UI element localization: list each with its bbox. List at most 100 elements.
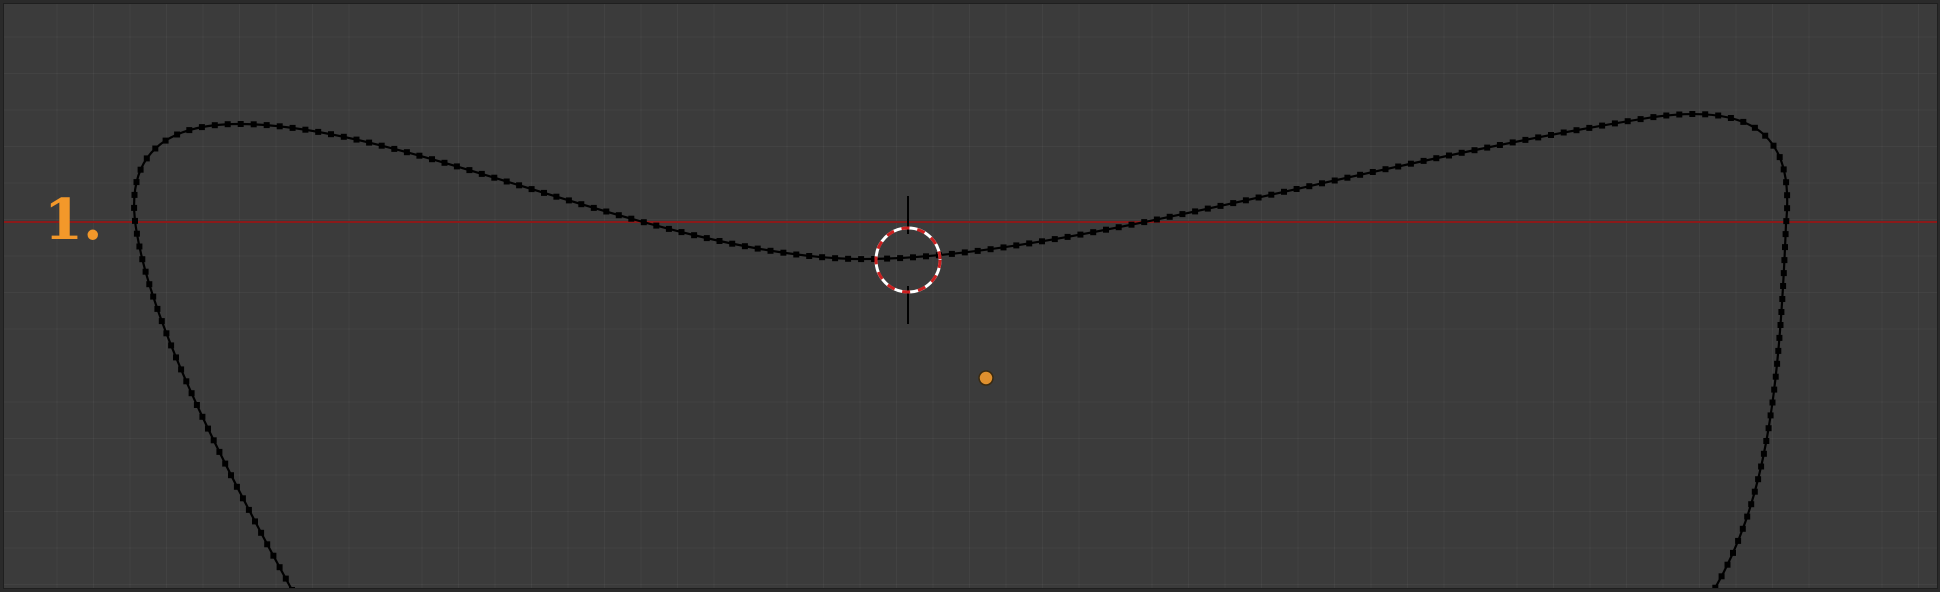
- curve-vertex[interactable]: [1783, 218, 1790, 225]
- curve-vertex[interactable]: [137, 166, 144, 173]
- curve-vertex[interactable]: [703, 235, 710, 242]
- curve-vertex[interactable]: [1776, 334, 1783, 341]
- curve-vertex[interactable]: [691, 232, 698, 239]
- curve-vertex[interactable]: [174, 131, 181, 138]
- curve-vertex[interactable]: [767, 247, 774, 254]
- curve-vertex[interactable]: [1637, 116, 1644, 123]
- curve-vertex[interactable]: [653, 222, 660, 229]
- curve-vertex[interactable]: [1103, 226, 1109, 233]
- curve-vertex[interactable]: [1573, 127, 1580, 134]
- curve-vertex[interactable]: [353, 136, 360, 143]
- curve-vertex[interactable]: [1784, 205, 1791, 212]
- curve-vertex[interactable]: [168, 342, 175, 349]
- curve-vertex[interactable]: [1509, 139, 1516, 146]
- curve-vertex[interactable]: [1115, 224, 1122, 231]
- curve-vertex[interactable]: [133, 230, 140, 237]
- curve-vertex[interactable]: [845, 255, 852, 262]
- object-origin-icon[interactable]: [978, 370, 994, 386]
- curve-vertex[interactable]: [1751, 124, 1758, 131]
- curve-vertex[interactable]: [478, 170, 485, 177]
- curve-vertex[interactable]: [1777, 322, 1784, 328]
- curve-vertex[interactable]: [923, 253, 929, 260]
- curve-vertex[interactable]: [832, 255, 839, 262]
- curve-vertex[interactable]: [1128, 221, 1135, 228]
- curve-vertex[interactable]: [1780, 270, 1787, 277]
- curve-vertex[interactable]: [541, 189, 547, 196]
- curve-vertex[interactable]: [678, 229, 685, 236]
- curve-vertex[interactable]: [1779, 296, 1786, 302]
- curve-vertex[interactable]: [1676, 111, 1683, 118]
- curve-vertex[interactable]: [1484, 144, 1491, 151]
- curve-vertex[interactable]: [366, 139, 373, 146]
- curve-vertex[interactable]: [1293, 186, 1300, 192]
- curve-vertex[interactable]: [1712, 584, 1719, 589]
- curve-vertex[interactable]: [1331, 177, 1338, 184]
- curve-vertex[interactable]: [780, 249, 787, 256]
- curve-vertex[interactable]: [1395, 163, 1402, 170]
- curve-vertex[interactable]: [1760, 450, 1767, 457]
- curve-vertex[interactable]: [328, 131, 334, 138]
- curve-vertex[interactable]: [143, 155, 150, 162]
- curve-vertex[interactable]: [1192, 208, 1199, 215]
- curve-vertex[interactable]: [1586, 124, 1593, 131]
- curve-vertex[interactable]: [252, 518, 258, 525]
- curve-vertex[interactable]: [210, 437, 217, 444]
- curve-vertex[interactable]: [516, 182, 523, 189]
- curve-vertex[interactable]: [1650, 114, 1657, 121]
- curve-vertex[interactable]: [1344, 174, 1351, 181]
- curve-vertex[interactable]: [403, 149, 410, 156]
- curve-vertex[interactable]: [142, 268, 149, 275]
- curve-vertex[interactable]: [1775, 347, 1782, 354]
- curve-vertex[interactable]: [1770, 142, 1777, 149]
- curve-vertex[interactable]: [1767, 412, 1774, 419]
- curve-vertex[interactable]: [228, 472, 234, 479]
- curve-vertex[interactable]: [1776, 154, 1783, 161]
- curve-vertex[interactable]: [340, 133, 347, 140]
- curve-vertex[interactable]: [528, 186, 535, 193]
- curve-vertex[interactable]: [173, 354, 179, 361]
- curve-vertex[interactable]: [578, 201, 585, 208]
- curve-vertex[interactable]: [315, 128, 322, 135]
- curve-vertex[interactable]: [289, 587, 295, 589]
- curve-vertex[interactable]: [1268, 191, 1275, 198]
- curve-vertex[interactable]: [1702, 111, 1709, 118]
- curve-vertex[interactable]: [615, 212, 622, 219]
- curve-vertex[interactable]: [237, 121, 244, 127]
- curve-vertex[interactable]: [491, 174, 498, 181]
- curve-vertex[interactable]: [282, 575, 289, 582]
- curve-vertex[interactable]: [1522, 136, 1529, 143]
- curve-vertex[interactable]: [263, 122, 270, 129]
- curve-vertex[interactable]: [441, 159, 448, 166]
- curve-vertex[interactable]: [466, 167, 473, 174]
- curve-vertex[interactable]: [1281, 188, 1287, 195]
- curve-vertex[interactable]: [1153, 216, 1160, 223]
- curve-vertex[interactable]: [1420, 157, 1427, 164]
- curve-vertex[interactable]: [897, 255, 904, 262]
- curve-vertex[interactable]: [1000, 244, 1007, 251]
- curve-vertex[interactable]: [1471, 147, 1478, 154]
- curve-vertex[interactable]: [1780, 166, 1787, 173]
- curve-vertex[interactable]: [1407, 160, 1414, 167]
- curve-vertex[interactable]: [1774, 360, 1781, 367]
- curve-vertex[interactable]: [1051, 236, 1058, 243]
- curve-vertex[interactable]: [1433, 155, 1440, 162]
- curve-vertex[interactable]: [1778, 309, 1785, 315]
- curve-vertex[interactable]: [429, 156, 435, 163]
- curve-vertex[interactable]: [858, 256, 865, 263]
- curve-vertex[interactable]: [276, 564, 283, 571]
- curve-vertex[interactable]: [1458, 149, 1465, 156]
- curve-vertex[interactable]: [640, 219, 647, 226]
- curve-vertex[interactable]: [136, 243, 143, 250]
- curve-vertex[interactable]: [1141, 219, 1148, 226]
- curve-vertex[interactable]: [1771, 386, 1778, 393]
- curve-vertex[interactable]: [1090, 229, 1097, 236]
- curve-vertex[interactable]: [183, 378, 190, 385]
- curve-vertex[interactable]: [1769, 399, 1776, 406]
- curve-vertex[interactable]: [205, 425, 211, 432]
- curve-vertex[interactable]: [162, 137, 169, 144]
- curve-vertex[interactable]: [1739, 525, 1746, 532]
- curve-vertex[interactable]: [1624, 118, 1631, 125]
- curve-vertex[interactable]: [1064, 233, 1071, 240]
- curve-vertex[interactable]: [211, 122, 218, 129]
- curve-vertex[interactable]: [302, 126, 309, 133]
